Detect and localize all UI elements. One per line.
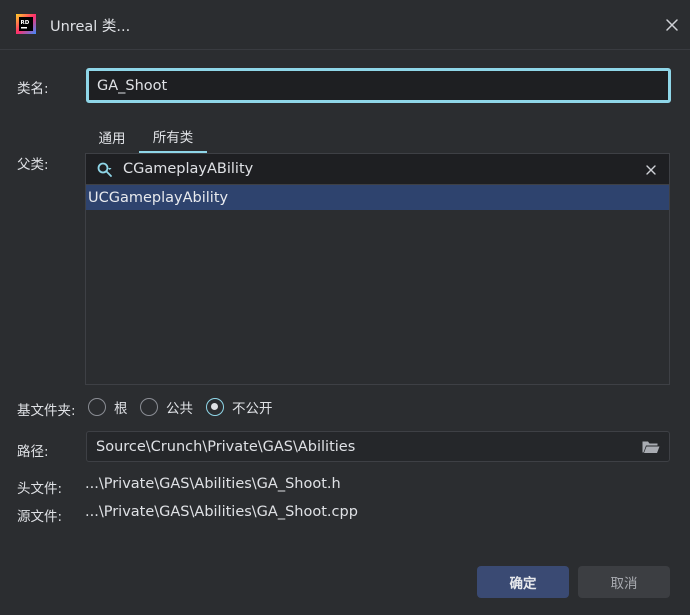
folder-icon[interactable] xyxy=(641,438,661,456)
radio-public-label: 公共 xyxy=(166,401,193,417)
class-result-item[interactable]: UCGameplayAbility xyxy=(86,185,669,210)
parent-class-label: 父类: xyxy=(17,157,49,173)
radio-root-label: 根 xyxy=(114,401,128,417)
window-title: Unreal 类... xyxy=(50,19,131,35)
source-file-value: ...\Private\GAS\Abilities\GA_Shoot.cpp xyxy=(85,504,358,520)
logo-text: RD xyxy=(21,20,30,26)
base-folder-label: 基文件夹: xyxy=(17,403,76,419)
tab-common[interactable]: 通用 xyxy=(86,120,138,154)
cancel-button[interactable]: 取消 xyxy=(578,566,670,598)
radio-private-label: 不公开 xyxy=(232,401,273,417)
path-input[interactable] xyxy=(96,435,626,459)
clear-icon xyxy=(646,165,656,175)
header-file-label: 头文件: xyxy=(17,481,63,497)
ok-button[interactable]: 确定 xyxy=(477,566,569,598)
tab-all-classes[interactable]: 所有类 xyxy=(139,120,207,154)
class-search-row xyxy=(86,154,669,185)
header-file-value: ...\Private\GAS\Abilities\GA_Shoot.h xyxy=(85,476,341,492)
path-label: 路径: xyxy=(17,444,49,460)
class-name-label: 类名: xyxy=(17,81,49,97)
rider-logo-icon: RD xyxy=(16,14,36,34)
radio-public-circle xyxy=(140,398,158,416)
search-icon xyxy=(97,162,112,177)
radio-root-circle xyxy=(88,398,106,416)
class-name-input[interactable] xyxy=(86,68,671,103)
parent-class-panel: UCGameplayAbility xyxy=(85,153,670,385)
path-field xyxy=(86,431,670,462)
radio-public[interactable]: 公共 xyxy=(140,397,193,417)
radio-private[interactable]: 不公开 xyxy=(206,397,273,417)
radio-root[interactable]: 根 xyxy=(88,397,128,417)
clear-search-button[interactable] xyxy=(642,161,660,179)
class-search-input[interactable] xyxy=(123,157,623,181)
radio-private-circle xyxy=(206,398,224,416)
source-file-label: 源文件: xyxy=(17,509,63,525)
close-button[interactable] xyxy=(661,14,683,36)
close-icon xyxy=(666,19,678,31)
title-bar: RD Unreal 类... xyxy=(0,0,690,50)
